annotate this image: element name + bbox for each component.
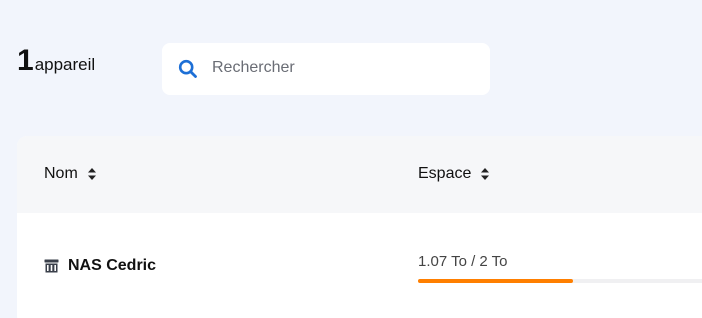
device-name[interactable]: NAS Cedric bbox=[68, 257, 156, 275]
space-usage-text: 1.07 To / 2 To bbox=[418, 253, 508, 270]
column-header-label: Espace bbox=[418, 165, 472, 182]
devices-table: Nom Espace NAS Cedric 1.07 To / 2 To bbox=[17, 136, 702, 318]
table-header: Nom Espace bbox=[17, 136, 702, 213]
sort-icon bbox=[480, 167, 490, 181]
column-header-space[interactable]: Espace bbox=[418, 165, 490, 183]
nas-icon bbox=[44, 259, 59, 273]
device-count-label: appareil bbox=[34, 55, 96, 74]
device-name-cell: NAS Cedric bbox=[44, 257, 156, 275]
table-row[interactable]: NAS Cedric 1.07 To / 2 To bbox=[17, 213, 702, 318]
space-progress-bar bbox=[418, 279, 702, 283]
column-header-name[interactable]: Nom bbox=[44, 165, 97, 183]
space-progress-fill bbox=[418, 279, 574, 283]
device-count: 1 appareil bbox=[17, 46, 95, 76]
search-box[interactable] bbox=[162, 43, 490, 95]
devices-page: 1 appareil Nom Espace bbox=[0, 0, 702, 318]
sort-icon bbox=[87, 167, 97, 181]
space-cell: 1.07 To / 2 To bbox=[418, 253, 702, 283]
search-input[interactable] bbox=[212, 59, 472, 77]
device-count-number: 1 bbox=[17, 44, 34, 77]
column-header-label: Nom bbox=[44, 165, 78, 182]
search-icon bbox=[178, 59, 198, 79]
